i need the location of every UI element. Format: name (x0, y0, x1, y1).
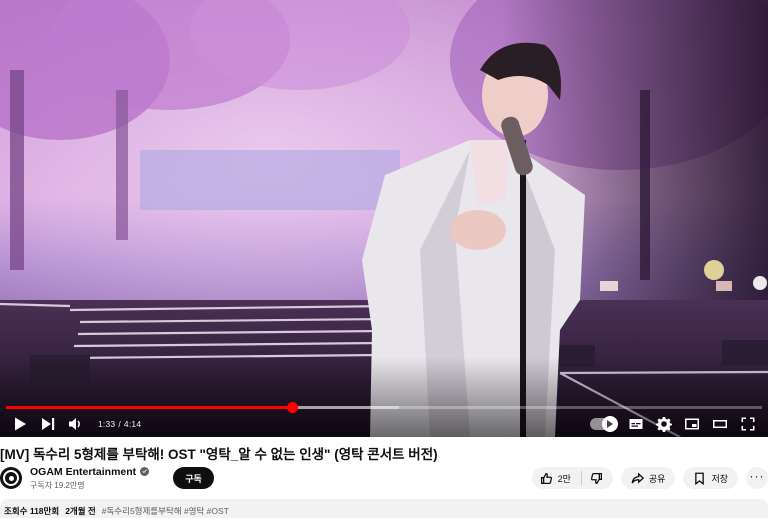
duration: 4:14 (123, 419, 142, 429)
video-title: [MV] 독수리 5형제를 부탁해! OST "영탁_알 수 없는 인생" (영… (0, 447, 438, 462)
player-controls: 1:33 / 4:14 (0, 412, 768, 436)
bookmark-icon (695, 472, 705, 485)
more-icon: ··· (749, 469, 765, 483)
next-icon (42, 418, 55, 430)
time-display: 1:33 / 4:14 (98, 419, 141, 429)
channel-name[interactable]: OGAM Entertainment (30, 466, 136, 478)
share-button[interactable]: 공유 (620, 467, 676, 489)
player-controls-right (590, 412, 762, 436)
volume-icon (69, 418, 80, 430)
video-player[interactable]: 1:33 / 4:14 (0, 0, 768, 437)
like-dislike-group: 2만 (531, 467, 613, 489)
progress-bar[interactable] (6, 402, 762, 413)
share-label: 공유 (648, 473, 666, 484)
description-box[interactable]: 조회수 118만회 2개월 전 #독수리5형제를부탁해 #영탁 #OST (0, 499, 768, 518)
fullscreen-button[interactable] (734, 412, 762, 436)
current-time: 1:33 (98, 419, 116, 429)
like-button[interactable]: 2만 (532, 467, 581, 489)
thumbs-up-icon (540, 472, 552, 484)
subscribe-button[interactable]: 구독 (173, 467, 214, 489)
progress-played (6, 406, 292, 409)
hashtags[interactable]: #독수리5형제를부탁해 #영탁 #OST (102, 505, 229, 518)
autoplay-toggle[interactable] (590, 416, 618, 432)
channel-info: OGAM Entertainment 구독자 19.2만명 (30, 466, 150, 491)
share-icon (631, 472, 644, 484)
next-button[interactable] (34, 412, 62, 436)
dislike-button[interactable] (582, 467, 613, 489)
save-button[interactable]: 저장 (683, 467, 738, 489)
gear-icon (656, 417, 672, 432)
channel-name-row: OGAM Entertainment (30, 466, 150, 478)
fullscreen-icon (741, 417, 755, 431)
verified-icon (140, 467, 150, 476)
time-separator: / (118, 419, 121, 429)
view-count: 조회수 118만회 (4, 506, 60, 516)
volume-button[interactable] (62, 412, 90, 436)
thumbs-down-icon (590, 472, 602, 484)
player-controls-left: 1:33 / 4:14 (6, 412, 141, 436)
theater-icon (713, 420, 727, 428)
theater-button[interactable] (706, 412, 734, 436)
save-label: 저장 (711, 473, 728, 484)
miniplayer-icon (685, 418, 699, 430)
more-actions-button[interactable]: ··· (746, 467, 768, 489)
upload-age: 2개월 전 (65, 506, 96, 516)
play-icon (15, 417, 26, 431)
channel-avatar[interactable] (0, 467, 22, 489)
settings-button[interactable] (650, 412, 678, 436)
miniplayer-button[interactable] (678, 412, 706, 436)
owner-row: OGAM Entertainment 구독자 19.2만명 구독 2만 공유 저… (0, 463, 768, 493)
captions-icon (629, 419, 643, 429)
autoplay-play-icon (607, 420, 613, 428)
captions-button[interactable] (622, 412, 650, 436)
like-count: 2만 (557, 473, 571, 484)
play-button[interactable] (6, 412, 34, 436)
video-actions: 2만 공유 저장 ··· (531, 467, 768, 489)
subscriber-count: 구독자 19.2만명 (30, 480, 85, 490)
channel-logo (3, 470, 19, 486)
